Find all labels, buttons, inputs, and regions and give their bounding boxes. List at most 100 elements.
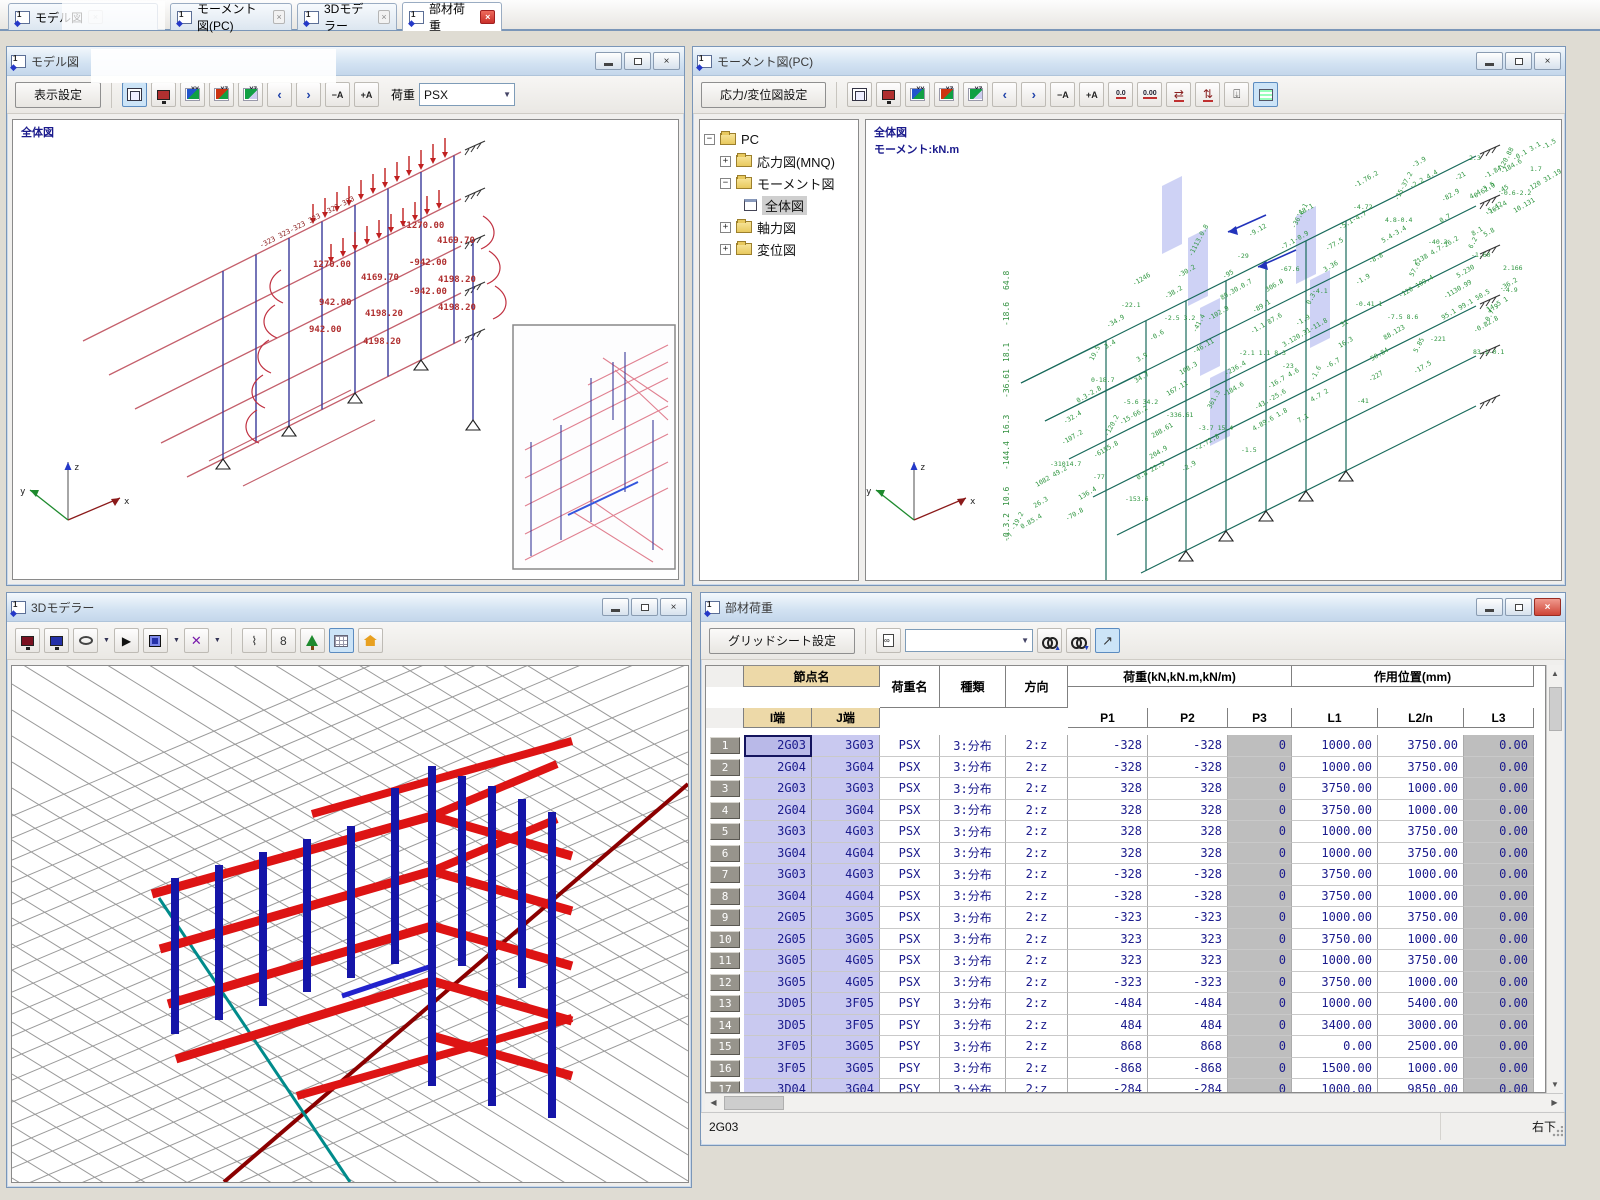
table-cell[interactable]: PSX xyxy=(880,929,940,951)
table-cell[interactable]: 2:z xyxy=(1006,735,1068,757)
table-cell[interactable]: 868 xyxy=(1068,1036,1148,1058)
value-grid-icon[interactable] xyxy=(1253,82,1278,107)
vertical-scrollbar[interactable]: ▲ ▼ xyxy=(1546,665,1563,1093)
table-cell[interactable]: 3750.00 xyxy=(1292,864,1378,886)
table-cell[interactable]: 0.00 xyxy=(1464,929,1534,951)
table-cell[interactable]: 2G03 xyxy=(744,778,812,800)
font-larger-icon[interactable]: +A xyxy=(354,82,379,107)
table-cell[interactable]: 3000.00 xyxy=(1378,1015,1464,1037)
table-cell[interactable]: -484 xyxy=(1068,993,1148,1015)
table-cell[interactable]: 2:z xyxy=(1006,864,1068,886)
table-cell[interactable]: -868 xyxy=(1068,1058,1148,1080)
table-row[interactable]: 73G034G03PSX3:分布2:z-328-32803750.001000.… xyxy=(706,864,1545,886)
find-in-sheet-icon[interactable] xyxy=(876,628,901,653)
table-cell[interactable]: 0 xyxy=(1228,735,1292,757)
maximize-button[interactable] xyxy=(624,52,651,70)
row-number[interactable]: 16 xyxy=(706,1058,744,1080)
table-cell[interactable]: PSX xyxy=(880,821,940,843)
table-cell[interactable]: 328 xyxy=(1068,800,1148,822)
table-cell[interactable]: PSY xyxy=(880,1015,940,1037)
table-row[interactable]: 42G043G04PSX3:分布2:z32832803750.001000.00… xyxy=(706,800,1545,822)
yz-view-icon[interactable]: YZ xyxy=(963,82,988,107)
maximize-button[interactable] xyxy=(1505,52,1532,70)
table-cell[interactable]: 1000.00 xyxy=(1292,907,1378,929)
table-cell[interactable]: 328 xyxy=(1148,800,1228,822)
table-cell[interactable]: PSY xyxy=(880,1079,940,1093)
table-cell[interactable]: 3G03 xyxy=(812,735,880,757)
table-cell[interactable]: 1000.00 xyxy=(1378,800,1464,822)
row-number[interactable]: 1 xyxy=(706,735,744,757)
table-cell[interactable]: 3:分布 xyxy=(940,1058,1006,1080)
table-cell[interactable]: PSX xyxy=(880,972,940,994)
table-row[interactable]: 22G043G04PSX3:分布2:z-328-32801000.003750.… xyxy=(706,757,1545,779)
table-cell[interactable]: 0.00 xyxy=(1464,778,1534,800)
member-load-table[interactable]: 節点名 荷重名 種類 方向 荷重(kN,kN.m,kN/m) 作用位置(mm) … xyxy=(705,665,1546,1093)
table-cell[interactable]: PSX xyxy=(880,886,940,908)
close-button[interactable]: × xyxy=(660,598,687,616)
stress-display-settings-button[interactable]: 応力/変位図設定 xyxy=(701,82,826,108)
table-cell[interactable]: 4G03 xyxy=(812,821,880,843)
grid-toggle-icon[interactable] xyxy=(329,628,354,653)
table-cell[interactable]: PSX xyxy=(880,907,940,929)
table-cell[interactable]: 3750.00 xyxy=(1292,800,1378,822)
table-cell[interactable]: 0.00 xyxy=(1464,1015,1534,1037)
tree-node-overall[interactable]: 全体図 xyxy=(704,194,854,216)
fit-view-icon[interactable] xyxy=(122,82,147,107)
home-view-icon[interactable] xyxy=(358,628,383,653)
table-cell[interactable]: 323 xyxy=(1068,950,1148,972)
solid-model-icon[interactable] xyxy=(143,628,168,653)
flip-axis-icon[interactable]: ⇅ xyxy=(1195,82,1220,107)
table-cell[interactable]: 3:分布 xyxy=(940,757,1006,779)
table-row[interactable]: 153F053G05PSY3:分布2:z86886800.002500.000.… xyxy=(706,1036,1545,1058)
xy-view-icon[interactable]: XY xyxy=(905,82,930,107)
collapse-icon[interactable]: − xyxy=(704,134,715,145)
table-cell[interactable]: PSX xyxy=(880,735,940,757)
table-cell[interactable]: 0.00 xyxy=(1464,950,1534,972)
minimize-button[interactable] xyxy=(602,598,629,616)
table-cell[interactable]: 1000.00 xyxy=(1378,864,1464,886)
modeler-window-titlebar[interactable]: 3Dモデラー × xyxy=(7,593,691,622)
table-cell[interactable]: 328 xyxy=(1068,821,1148,843)
table-cell[interactable]: 328 xyxy=(1148,778,1228,800)
table-cell[interactable]: 3G04 xyxy=(812,800,880,822)
scroll-right-icon[interactable]: ▶ xyxy=(1546,1094,1563,1111)
table-cell[interactable]: 3750.00 xyxy=(1292,972,1378,994)
table-cell[interactable]: 1000.00 xyxy=(1378,972,1464,994)
table-cell[interactable]: 3G05 xyxy=(812,1058,880,1080)
table-cell[interactable]: -328 xyxy=(1148,757,1228,779)
scroll-down-icon[interactable]: ▼ xyxy=(1547,1076,1564,1093)
table-row[interactable]: 63G044G04PSX3:分布2:z32832801000.003750.00… xyxy=(706,843,1545,865)
table-cell[interactable]: 3:分布 xyxy=(940,929,1006,951)
table-cell[interactable]: 3G05 xyxy=(812,907,880,929)
table-cell[interactable]: 0 xyxy=(1228,778,1292,800)
table-cell[interactable]: 3G03 xyxy=(744,864,812,886)
minimize-button[interactable] xyxy=(1476,598,1503,616)
table-cell[interactable]: 3:分布 xyxy=(940,864,1006,886)
dropdown-caret-icon[interactable]: ▼ xyxy=(173,637,180,644)
table-cell[interactable]: 2:z xyxy=(1006,907,1068,929)
table-cell[interactable]: 5400.00 xyxy=(1378,993,1464,1015)
table-row[interactable]: 83G044G04PSX3:分布2:z-328-32803750.001000.… xyxy=(706,886,1545,908)
table-cell[interactable]: -323 xyxy=(1068,972,1148,994)
table-cell[interactable]: -328 xyxy=(1068,886,1148,908)
explode-icon[interactable]: ✕ xyxy=(184,628,209,653)
row-number[interactable]: 4 xyxy=(706,800,744,822)
row-number[interactable]: 9 xyxy=(706,907,744,929)
decimal-less-icon[interactable]: 0.0 xyxy=(1108,82,1133,107)
table-cell[interactable]: 3G04 xyxy=(812,1079,880,1093)
table-row[interactable]: 163F053G05PSY3:分布2:z-868-86801500.001000… xyxy=(706,1058,1545,1080)
row-number[interactable]: 5 xyxy=(706,821,744,843)
table-row[interactable]: 123G054G05PSX3:分布2:z-323-32303750.001000… xyxy=(706,972,1545,994)
table-cell[interactable]: 1000.00 xyxy=(1292,757,1378,779)
table-cell[interactable]: 1500.00 xyxy=(1292,1058,1378,1080)
prev-view-icon[interactable]: ‹ xyxy=(992,82,1017,107)
table-cell[interactable]: 0.00 xyxy=(1464,1058,1534,1080)
table-cell[interactable]: 3750.00 xyxy=(1292,886,1378,908)
table-cell[interactable]: 2G05 xyxy=(744,929,812,951)
scroll-left-icon[interactable]: ◀ xyxy=(705,1094,722,1111)
table-cell[interactable]: -328 xyxy=(1068,757,1148,779)
member-load-titlebar[interactable]: 部材荷重 × xyxy=(701,593,1565,622)
table-cell[interactable]: 3:分布 xyxy=(940,1015,1006,1037)
scroll-up-icon[interactable]: ▲ xyxy=(1547,665,1564,682)
table-row[interactable]: 32G033G03PSX3:分布2:z32832803750.001000.00… xyxy=(706,778,1545,800)
